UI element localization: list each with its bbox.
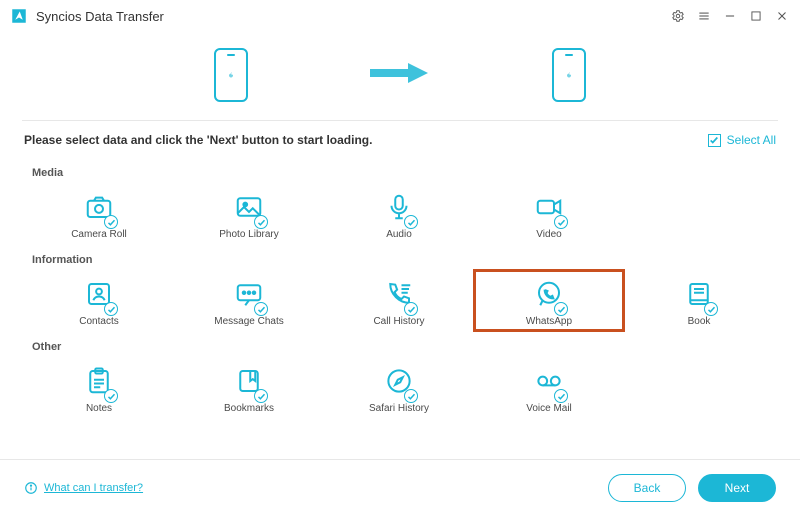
item-label: Message Chats bbox=[214, 316, 283, 327]
item-safari-history[interactable]: Safari History bbox=[324, 357, 474, 418]
call-history-icon bbox=[384, 276, 414, 312]
item-photo-library[interactable]: Photo Library bbox=[174, 183, 324, 244]
item-label: Notes bbox=[86, 403, 112, 414]
title-bar: Syncios Data Transfer bbox=[0, 0, 800, 32]
item-book[interactable]: Book bbox=[624, 270, 774, 331]
back-button[interactable]: Back bbox=[608, 474, 686, 502]
item-voice-mail[interactable]: Voice Mail bbox=[474, 357, 624, 418]
camera-roll-icon bbox=[84, 189, 114, 225]
select-all-checkbox[interactable]: Select All bbox=[708, 133, 776, 147]
other-grid: Notes Bookmarks Safari History Voice Mai… bbox=[24, 357, 776, 418]
gear-icon[interactable] bbox=[670, 8, 686, 24]
item-label: WhatsApp bbox=[526, 316, 572, 327]
item-contacts[interactable]: Contacts bbox=[24, 270, 174, 331]
minimize-icon[interactable] bbox=[722, 8, 738, 24]
section-information-label: Information bbox=[32, 254, 776, 266]
help-link-label: What can I transfer? bbox=[44, 482, 143, 494]
notes-icon bbox=[84, 363, 114, 399]
video-icon bbox=[534, 189, 564, 225]
instruction-text: Please select data and click the 'Next' … bbox=[24, 133, 372, 147]
book-icon bbox=[684, 276, 714, 312]
item-label: Safari History bbox=[369, 403, 429, 414]
content-area: Media Camera Roll Photo Library Audio bbox=[0, 153, 800, 418]
item-camera-roll[interactable]: Camera Roll bbox=[24, 183, 174, 244]
information-grid: Contacts Message Chats Call History What… bbox=[24, 270, 776, 331]
item-label: Bookmarks bbox=[224, 403, 274, 414]
next-button[interactable]: Next bbox=[698, 474, 776, 502]
item-label: Audio bbox=[386, 229, 412, 240]
app-title: Syncios Data Transfer bbox=[36, 9, 164, 24]
footer: What can I transfer? Back Next bbox=[0, 459, 800, 515]
help-link[interactable]: What can I transfer? bbox=[24, 481, 143, 495]
message-chats-icon bbox=[234, 276, 264, 312]
item-message-chats[interactable]: Message Chats bbox=[174, 270, 324, 331]
item-notes[interactable]: Notes bbox=[24, 357, 174, 418]
item-label: Camera Roll bbox=[71, 229, 127, 240]
item-whatsapp[interactable]: WhatsApp bbox=[474, 270, 624, 331]
device-overview bbox=[0, 36, 800, 114]
voice-mail-icon bbox=[534, 363, 564, 399]
target-device-icon bbox=[552, 48, 586, 102]
info-icon bbox=[24, 481, 38, 495]
check-icon bbox=[708, 134, 721, 147]
app-logo-icon bbox=[10, 7, 28, 25]
photo-library-icon bbox=[234, 189, 264, 225]
item-call-history[interactable]: Call History bbox=[324, 270, 474, 331]
safari-history-icon bbox=[384, 363, 414, 399]
item-label: Video bbox=[536, 229, 561, 240]
item-label: Voice Mail bbox=[526, 403, 572, 414]
media-grid: Camera Roll Photo Library Audio Video bbox=[24, 183, 776, 244]
item-label: Contacts bbox=[79, 316, 118, 327]
close-icon[interactable] bbox=[774, 8, 790, 24]
source-device-icon bbox=[214, 48, 248, 102]
item-label: Photo Library bbox=[219, 229, 278, 240]
whatsapp-icon bbox=[534, 276, 564, 312]
menu-icon[interactable] bbox=[696, 8, 712, 24]
item-audio[interactable]: Audio bbox=[324, 183, 474, 244]
item-bookmarks[interactable]: Bookmarks bbox=[174, 357, 324, 418]
item-video[interactable]: Video bbox=[474, 183, 624, 244]
section-media-label: Media bbox=[32, 167, 776, 179]
audio-icon bbox=[384, 189, 414, 225]
maximize-icon[interactable] bbox=[748, 8, 764, 24]
instruction-row: Please select data and click the 'Next' … bbox=[0, 121, 800, 153]
contacts-icon bbox=[84, 276, 114, 312]
section-other-label: Other bbox=[32, 341, 776, 353]
transfer-arrow-icon bbox=[368, 59, 432, 92]
item-label: Book bbox=[688, 316, 711, 327]
item-label: Call History bbox=[373, 316, 424, 327]
select-all-label: Select All bbox=[727, 133, 776, 147]
bookmarks-icon bbox=[234, 363, 264, 399]
